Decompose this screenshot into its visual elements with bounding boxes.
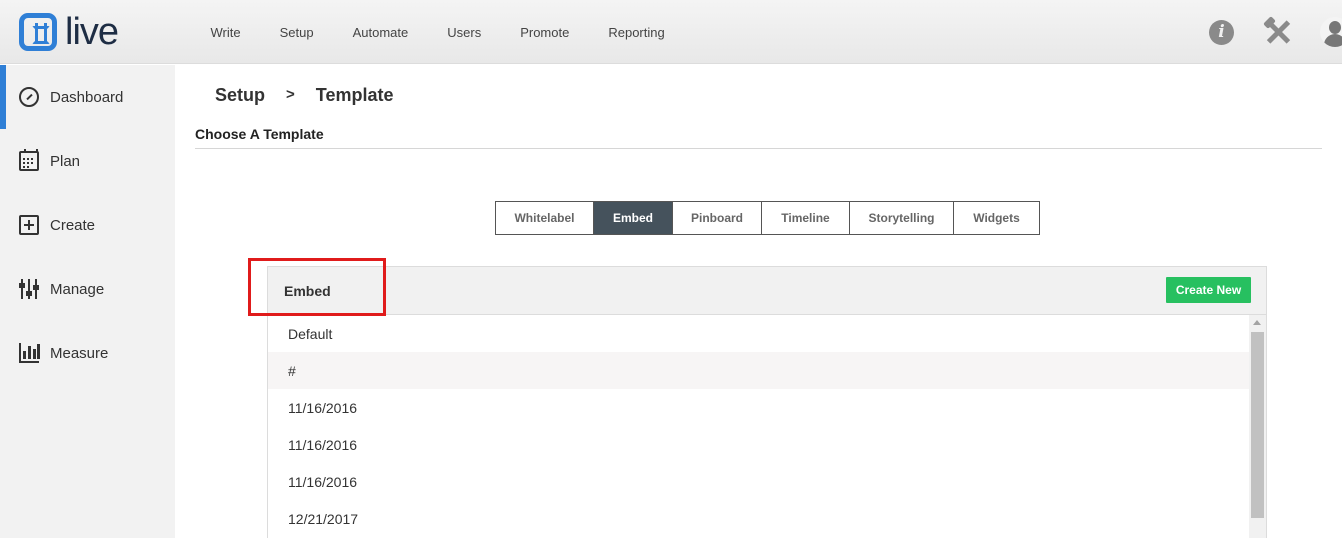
sidebar-item-label: Dashboard bbox=[50, 88, 124, 106]
template-list: Default # 11/16/2016 11/16/2016 11/16/20… bbox=[268, 315, 1249, 537]
list-item[interactable]: # bbox=[268, 352, 1249, 389]
create-new-button[interactable]: Create New bbox=[1166, 277, 1251, 303]
sidebar-item-plan[interactable]: Plan bbox=[0, 129, 175, 193]
list-item[interactable]: 11/16/2016 bbox=[268, 463, 1249, 500]
nav-users[interactable]: Users bbox=[428, 25, 501, 40]
list-item[interactable]: 11/16/2016 bbox=[268, 426, 1249, 463]
breadcrumb-separator: > bbox=[286, 86, 295, 103]
template-panel: Embed Create New Default # 11/16/2016 11… bbox=[267, 266, 1267, 538]
top-bar: live Write Setup Automate Users Promote … bbox=[0, 0, 1342, 64]
info-icon[interactable]: i bbox=[1209, 19, 1234, 45]
nav-setup[interactable]: Setup bbox=[260, 25, 333, 40]
scrollbar[interactable] bbox=[1249, 315, 1266, 538]
app-logo[interactable]: live bbox=[19, 11, 119, 53]
scroll-up-arrow-icon[interactable] bbox=[1253, 320, 1261, 325]
list-item[interactable]: 12/21/2017 bbox=[268, 500, 1249, 537]
panel-header: Embed Create New bbox=[268, 267, 1266, 315]
tab-timeline[interactable]: Timeline bbox=[762, 202, 850, 234]
calendar-icon bbox=[19, 149, 39, 171]
plus-square-icon bbox=[19, 215, 39, 235]
bar-chart-icon bbox=[19, 343, 40, 363]
tab-widgets[interactable]: Widgets bbox=[954, 202, 1039, 234]
sidebar-item-label: Measure bbox=[50, 344, 109, 362]
annotation-highlight-box bbox=[248, 258, 386, 316]
tab-pinboard[interactable]: Pinboard bbox=[673, 202, 762, 234]
user-icon[interactable] bbox=[1320, 17, 1342, 47]
list-item[interactable]: 11/16/2016 bbox=[268, 389, 1249, 426]
scroll-thumb[interactable] bbox=[1251, 332, 1264, 518]
tab-whitelabel[interactable]: Whitelabel bbox=[496, 202, 594, 234]
breadcrumb-parent[interactable]: Setup bbox=[215, 85, 265, 106]
nav-write[interactable]: Write bbox=[191, 25, 260, 40]
breadcrumb-current: Template bbox=[315, 85, 394, 105]
logo-text: live bbox=[65, 11, 119, 53]
sidebar-item-create[interactable]: Create bbox=[0, 193, 175, 257]
sidebar: Dashboard Plan Create Manage Measure bbox=[0, 65, 175, 538]
sidebar-item-label: Plan bbox=[50, 152, 81, 170]
divider bbox=[195, 148, 1322, 149]
list-item[interactable]: Default bbox=[268, 315, 1249, 352]
nav-promote[interactable]: Promote bbox=[501, 25, 589, 40]
top-nav: Write Setup Automate Users Promote Repor… bbox=[191, 0, 684, 64]
sidebar-item-label: Manage bbox=[50, 280, 105, 298]
template-tabs: Whitelabel Embed Pinboard Timeline Story… bbox=[495, 201, 1040, 235]
sliders-icon bbox=[19, 279, 39, 299]
nav-automate[interactable]: Automate bbox=[333, 25, 428, 40]
sidebar-item-manage[interactable]: Manage bbox=[0, 257, 175, 321]
tab-embed[interactable]: Embed bbox=[594, 202, 673, 234]
top-icons: i bbox=[1209, 0, 1342, 64]
sidebar-item-dashboard[interactable]: Dashboard bbox=[0, 65, 175, 129]
tab-storytelling[interactable]: Storytelling bbox=[850, 202, 954, 234]
dashboard-icon bbox=[19, 87, 39, 107]
tools-icon[interactable] bbox=[1263, 16, 1292, 46]
sidebar-item-label: Create bbox=[50, 216, 96, 234]
sidebar-item-measure[interactable]: Measure bbox=[0, 321, 175, 385]
section-title: Choose A Template bbox=[195, 126, 324, 142]
nav-reporting[interactable]: Reporting bbox=[589, 25, 684, 40]
logo-mark-icon bbox=[19, 13, 57, 51]
breadcrumb: Setup > Template bbox=[215, 85, 393, 106]
